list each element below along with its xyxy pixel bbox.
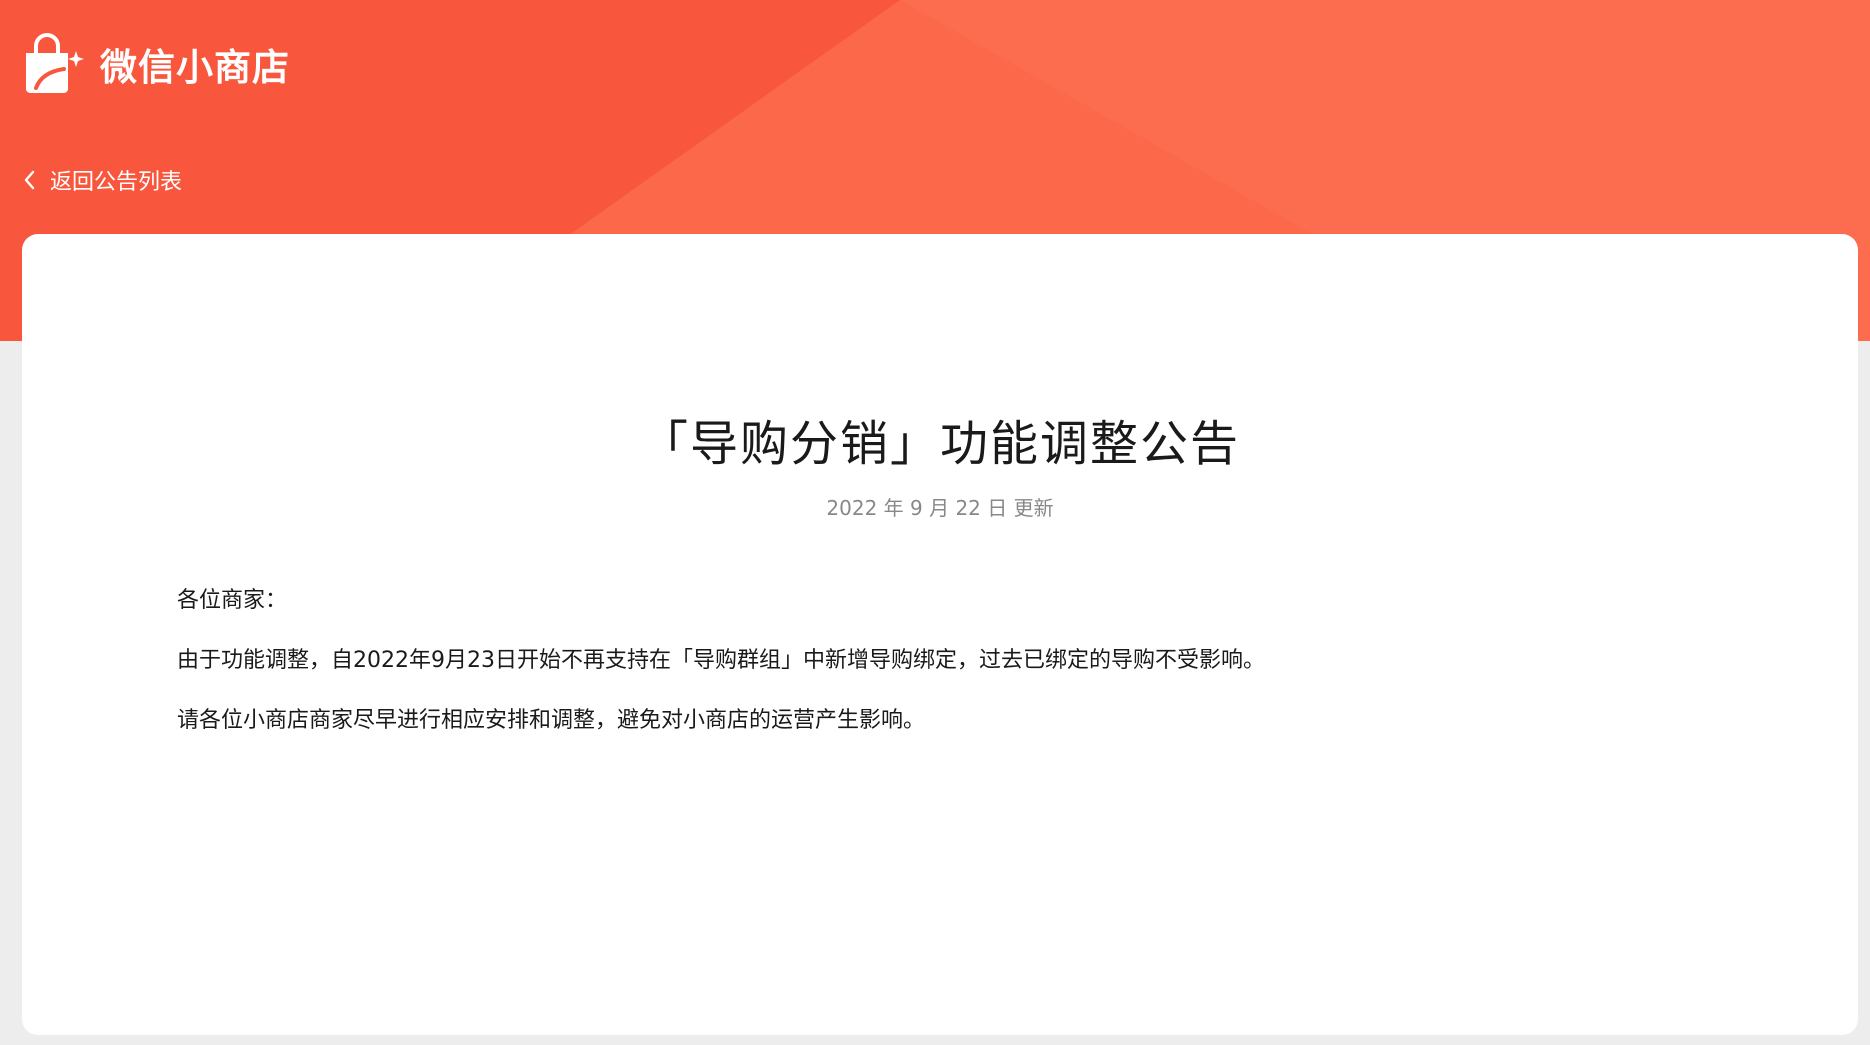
- announcement-paragraph: 由于功能调整，自2022年9月23日开始不再支持在「导购群组」中新增导购绑定，过…: [177, 648, 1265, 673]
- brand-logo[interactable]: 微信小商店: [22, 33, 290, 95]
- announcement-card: 「导购分销」功能调整公告 2022 年 9 月 22 日 更新 各位商家： 由于…: [22, 234, 1858, 1035]
- announcement-update-date: 2022 年 9 月 22 日 更新: [826, 496, 1054, 520]
- brand-name: 微信小商店: [100, 46, 290, 89]
- announcement-paragraph: 请各位小商店商家尽早进行相应安排和调整，避免对小商店的运营产生影响。: [177, 708, 926, 733]
- back-to-announcement-list-link[interactable]: 返回公告列表: [22, 164, 182, 196]
- announcement-greeting: 各位商家：: [177, 588, 288, 613]
- announcement-body: 各位商家： 由于功能调整，自2022年9月23日开始不再支持在「导购群组」中新增…: [177, 586, 1697, 766]
- shopping-bag-sparkle-icon: [26, 33, 84, 93]
- chevron-left-icon: [24, 170, 35, 190]
- announcement-title: 「导购分销」功能调整公告: [639, 416, 1240, 472]
- back-link-label: 返回公告列表: [50, 170, 183, 195]
